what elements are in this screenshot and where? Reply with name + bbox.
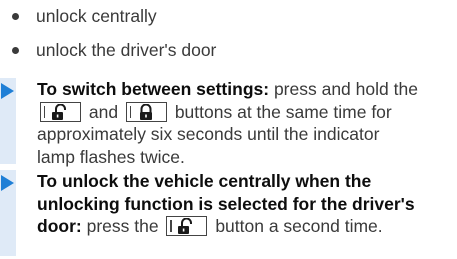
instruction-text: To switch between settings: press and ho…	[37, 78, 451, 168]
list-item-text: unlock centrally	[36, 6, 157, 26]
instruction-step: To switch between settings: press and ho…	[0, 78, 457, 167]
instruction-step: To unlock the vehicle centrally when the…	[0, 170, 457, 256]
arrow-right-icon	[1, 83, 14, 99]
manual-page: unlock centrally unlock the driver's doo…	[0, 0, 457, 259]
unlock-key	[166, 216, 208, 236]
instruction-title: door:	[37, 216, 82, 236]
instruction-body: press the	[81, 216, 159, 236]
instruction-body: approximately six seconds until the indi…	[37, 124, 380, 144]
unlock-icon	[178, 218, 193, 234]
lock-icon	[139, 103, 152, 120]
bullet-dot	[12, 46, 19, 54]
arrow-right-icon	[1, 175, 14, 191]
instruction-body: button a second time.	[210, 216, 383, 236]
list-item-text: unlock the driver's door	[36, 40, 217, 60]
instruction-title: unlocking function is selected for the d…	[37, 193, 415, 214]
instruction-text: To unlock the vehicle centrally when the…	[37, 170, 451, 238]
instruction-body: and	[88, 101, 119, 122]
list-item: unlock centrally	[0, 6, 157, 26]
list-item: unlock the driver's door	[0, 40, 216, 60]
unlock-key	[40, 101, 81, 122]
instruction-title: To switch between settings:	[37, 79, 270, 99]
bullet-dot	[12, 12, 19, 20]
lock-key	[125, 101, 167, 122]
instruction-title: To unlock the vehicle centrally when the	[37, 171, 372, 191]
unlock-icon	[52, 103, 66, 120]
instruction-body: lamp flashes twice.	[37, 146, 185, 167]
instruction-body: buttons at the same time for	[174, 101, 392, 122]
instruction-body: press and hold the	[269, 79, 418, 99]
